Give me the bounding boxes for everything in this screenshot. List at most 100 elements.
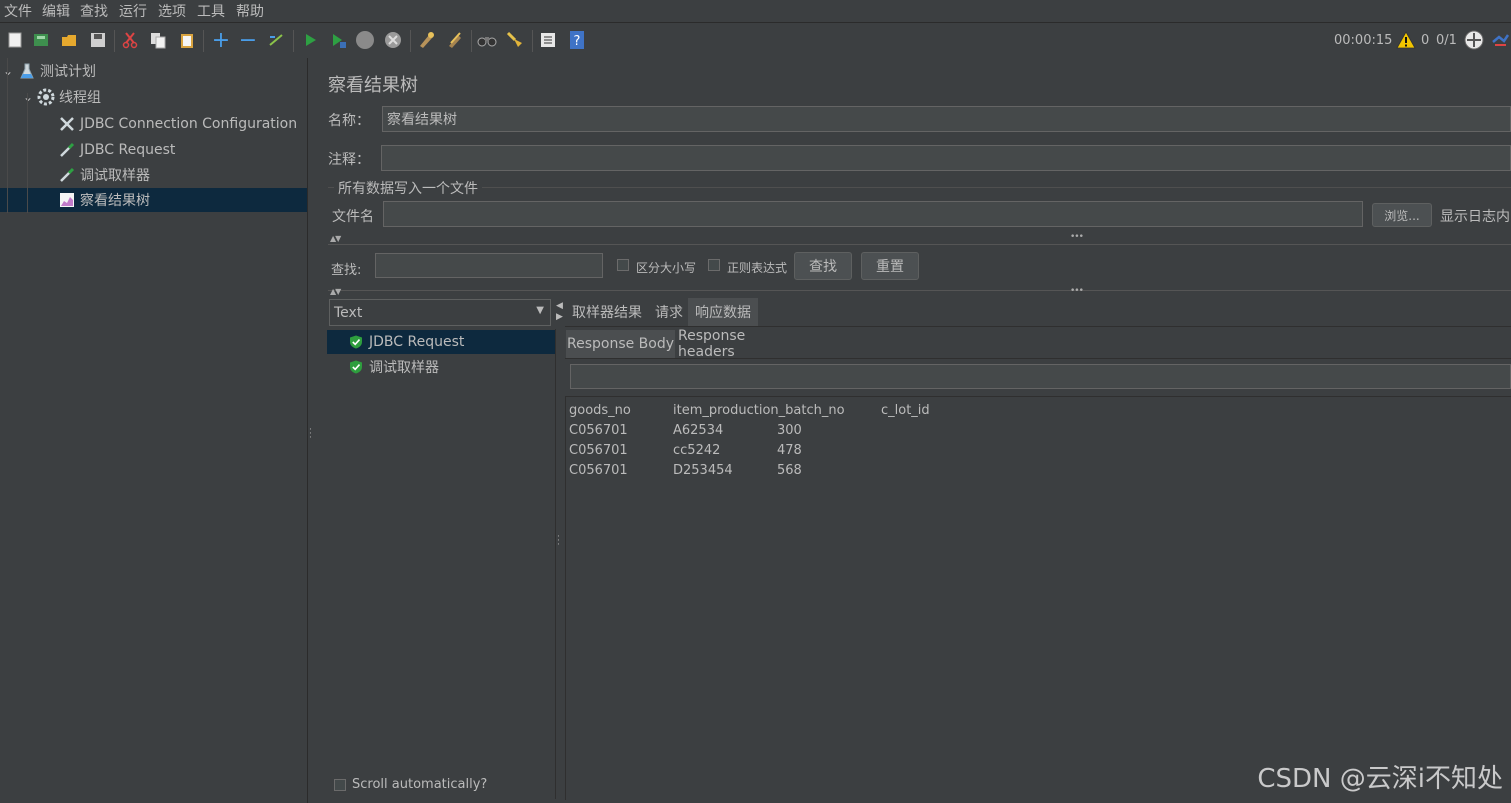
function-helper-icon[interactable] xyxy=(538,30,558,50)
search-input[interactable] xyxy=(375,253,603,278)
result-item-debug-sampler[interactable]: 调试取样器 xyxy=(327,355,555,379)
tree-node-view-results-tree[interactable]: 察看结果树 xyxy=(0,188,307,212)
start-icon[interactable] xyxy=(300,30,320,50)
split-arrows-icon[interactable]: ▲▼ xyxy=(330,234,341,243)
warning-count: 0 xyxy=(1421,33,1430,48)
success-shield-icon xyxy=(350,335,362,349)
tab-request[interactable]: 请求 xyxy=(652,298,686,326)
tree-node-jdbc-config[interactable]: JDBC Connection Configuration xyxy=(58,112,297,136)
menu-run[interactable]: 运行 xyxy=(119,1,147,21)
open-icon[interactable] xyxy=(59,30,79,50)
scroll-auto-checkbox[interactable] xyxy=(334,779,346,791)
paste-icon[interactable] xyxy=(177,30,197,50)
tab-scroll-left-icon[interactable]: ◀ xyxy=(556,301,563,311)
result-label: 调试取样器 xyxy=(369,360,439,376)
response-cell: 478 xyxy=(777,443,802,458)
find-button[interactable]: 查找 xyxy=(794,252,852,280)
help-icon[interactable]: ? xyxy=(567,30,587,50)
menu-tools[interactable]: 工具 xyxy=(197,1,225,21)
reset-button[interactable]: 重置 xyxy=(861,252,919,280)
tab-sampler-result[interactable]: 取样器结果 xyxy=(567,298,647,326)
clear-icon[interactable] xyxy=(416,30,436,50)
stop-icon[interactable] xyxy=(355,30,375,50)
new-icon[interactable] xyxy=(5,30,25,50)
regex-label: 正则表达式 xyxy=(727,261,788,275)
response-cell: 300 xyxy=(777,423,802,438)
tree-label: JDBC Request xyxy=(80,142,176,158)
renderer-select[interactable]: Text ▼ xyxy=(329,299,551,326)
copy-icon[interactable] xyxy=(148,30,168,50)
chevron-down-icon[interactable]: ⌄ xyxy=(23,90,33,104)
response-cell: 568 xyxy=(777,463,802,478)
menu-options[interactable]: 选项 xyxy=(158,1,186,21)
response-cell: C056701 xyxy=(569,463,628,478)
expand-icon[interactable]: + xyxy=(211,28,231,53)
remote-icon[interactable] xyxy=(1464,30,1484,50)
tree-label: 察看结果树 xyxy=(80,193,150,209)
shutdown-icon[interactable] xyxy=(383,30,403,50)
watermark: CSDN @云深i不知处 xyxy=(1257,764,1503,794)
elapsed-time: 00:00:15 xyxy=(1334,33,1393,48)
file-section-title: 所有数据写入一个文件 xyxy=(334,178,482,198)
success-shield-icon xyxy=(350,360,362,374)
tree-node-test-plan[interactable]: 测试计划 xyxy=(18,59,96,83)
case-sensitive-checkbox[interactable] xyxy=(617,259,629,271)
broom-icon[interactable] xyxy=(505,30,525,50)
tree-label: 线程组 xyxy=(59,90,101,106)
filename-input[interactable] xyxy=(383,201,1363,227)
save-icon[interactable] xyxy=(88,30,108,50)
wrench-icon xyxy=(58,115,76,133)
start-no-pause-icon[interactable] xyxy=(328,30,348,50)
browse-button[interactable]: 浏览... xyxy=(1372,203,1432,227)
log-toggle-icon[interactable] xyxy=(1490,30,1510,50)
menu-edit[interactable]: 编辑 xyxy=(42,1,70,21)
test-plan-tree: ⌄ 测试计划 ⌄ 线程组 JDBC Connection Configurati… xyxy=(0,58,308,803)
main-splitter[interactable]: · · · xyxy=(308,58,316,803)
menu-search[interactable]: 查找 xyxy=(80,1,108,21)
toolbar: + − ? 00:00:15 0 0/1 xyxy=(0,22,1511,60)
comment-label: 注释： xyxy=(328,152,370,168)
chevron-down-icon[interactable]: ⌄ xyxy=(3,64,13,78)
tab-scroll-right-icon[interactable]: ▶ xyxy=(556,312,563,322)
splitter-grip-icon[interactable]: ••• xyxy=(1070,232,1084,242)
svg-text:?: ? xyxy=(574,34,581,49)
menu-file[interactable]: 文件 xyxy=(4,1,32,21)
menu-help[interactable]: 帮助 xyxy=(236,1,264,21)
regex-checkbox[interactable] xyxy=(708,259,720,271)
split-arrows-icon[interactable]: ▲▼ xyxy=(330,287,341,296)
response-cell: C056701 xyxy=(569,423,628,438)
toggle-icon[interactable] xyxy=(266,30,286,50)
binoculars-icon[interactable] xyxy=(477,30,497,50)
tree-node-debug-sampler[interactable]: 调试取样器 xyxy=(58,163,150,187)
result-list: JDBC Request 调试取样器 Scroll automatically? xyxy=(327,329,556,799)
response-header-cell: item_production_batch_no xyxy=(673,403,845,418)
response-cell: C056701 xyxy=(569,443,628,458)
templates-icon[interactable] xyxy=(31,30,51,50)
page-title: 察看结果树 xyxy=(328,75,418,96)
response-cell: A62534 xyxy=(673,423,724,438)
response-search-input[interactable] xyxy=(570,364,1511,389)
clear-all-icon[interactable] xyxy=(445,30,465,50)
tab-response-headers[interactable]: Response headers xyxy=(678,328,802,360)
warning-icon[interactable] xyxy=(1396,30,1416,50)
response-cell: D253454 xyxy=(673,463,733,478)
name-input[interactable]: 察看结果树 xyxy=(382,106,1511,132)
tree-label: JDBC Connection Configuration xyxy=(80,116,298,132)
result-label: JDBC Request xyxy=(369,334,465,350)
filename-label: 文件名 xyxy=(332,209,374,225)
tree-label: 调试取样器 xyxy=(80,168,150,184)
tab-response-data[interactable]: 响应数据 xyxy=(688,298,758,326)
splitter-grip-icon[interactable]: ••• xyxy=(1070,286,1084,296)
tree-label: 测试计划 xyxy=(40,64,96,80)
menu-bar: 文件 编辑 查找 运行 选项 工具 帮助 xyxy=(0,0,1511,22)
cut-icon[interactable] xyxy=(120,30,140,50)
collapse-icon[interactable]: − xyxy=(238,28,258,53)
tree-node-jdbc-request[interactable]: JDBC Request xyxy=(58,138,175,162)
response-cell: cc5242 xyxy=(673,443,721,458)
tree-node-thread-group[interactable]: 线程组 xyxy=(37,85,101,109)
tab-response-body[interactable]: Response Body xyxy=(566,330,675,358)
case-sensitive-label: 区分大小写 xyxy=(636,261,697,275)
comment-input[interactable] xyxy=(381,145,1511,171)
renderer-select-value: Text xyxy=(334,304,363,321)
result-item-jdbc-request[interactable]: JDBC Request xyxy=(327,330,555,354)
